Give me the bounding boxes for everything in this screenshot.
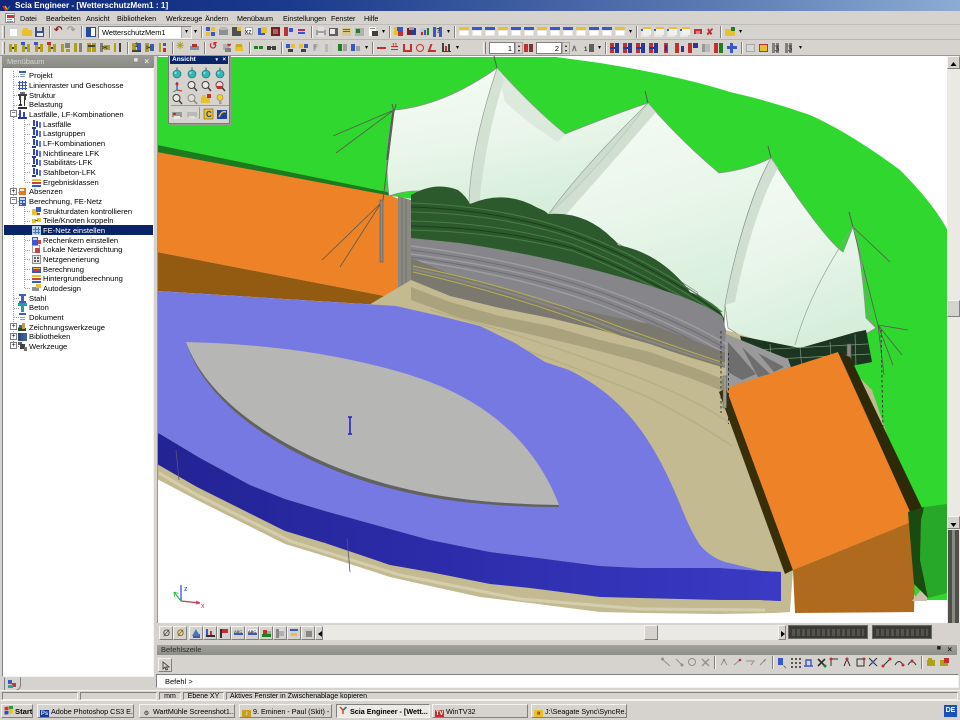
svg-text:C: C (206, 110, 212, 119)
svg-text:z: z (184, 586, 188, 593)
svg-text:x: x (201, 603, 205, 610)
